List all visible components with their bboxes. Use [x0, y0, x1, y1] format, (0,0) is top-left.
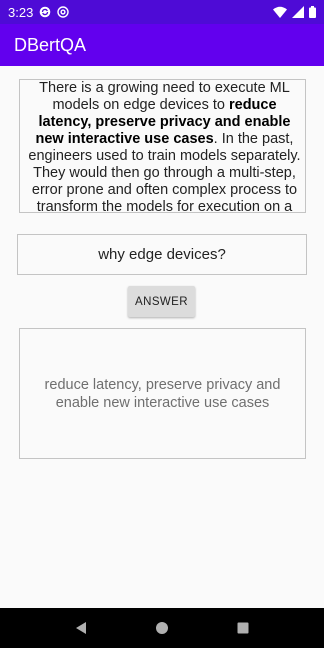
battery-icon — [309, 6, 316, 18]
status-left: 3:23 — [8, 4, 70, 20]
app-bar: DBertQA — [0, 24, 324, 66]
answer-button[interactable]: ANSWER — [128, 286, 195, 317]
back-icon[interactable] — [74, 621, 88, 635]
passage-text: There is a growing need to execute ML mo… — [20, 80, 305, 212]
status-time: 3:23 — [8, 4, 34, 20]
passage-textbox[interactable]: There is a growing need to execute ML mo… — [19, 79, 306, 213]
at-sign-icon — [57, 6, 70, 18]
signal-icon — [292, 6, 304, 18]
app-title: DBertQA — [14, 34, 87, 55]
navigation-bar — [0, 608, 324, 648]
sync-icon — [40, 6, 51, 18]
answer-text: reduce latency, preserve privacy and ena… — [44, 376, 281, 411]
status-bar: 3:23 — [0, 0, 324, 24]
home-icon[interactable] — [155, 621, 169, 635]
wifi-icon — [273, 6, 287, 18]
question-value: why edge devices? — [98, 246, 226, 263]
answer-output: reduce latency, preserve privacy and ena… — [19, 328, 306, 459]
recents-icon[interactable] — [236, 621, 250, 635]
status-right — [268, 6, 316, 18]
question-input[interactable]: why edge devices? — [17, 234, 307, 275]
